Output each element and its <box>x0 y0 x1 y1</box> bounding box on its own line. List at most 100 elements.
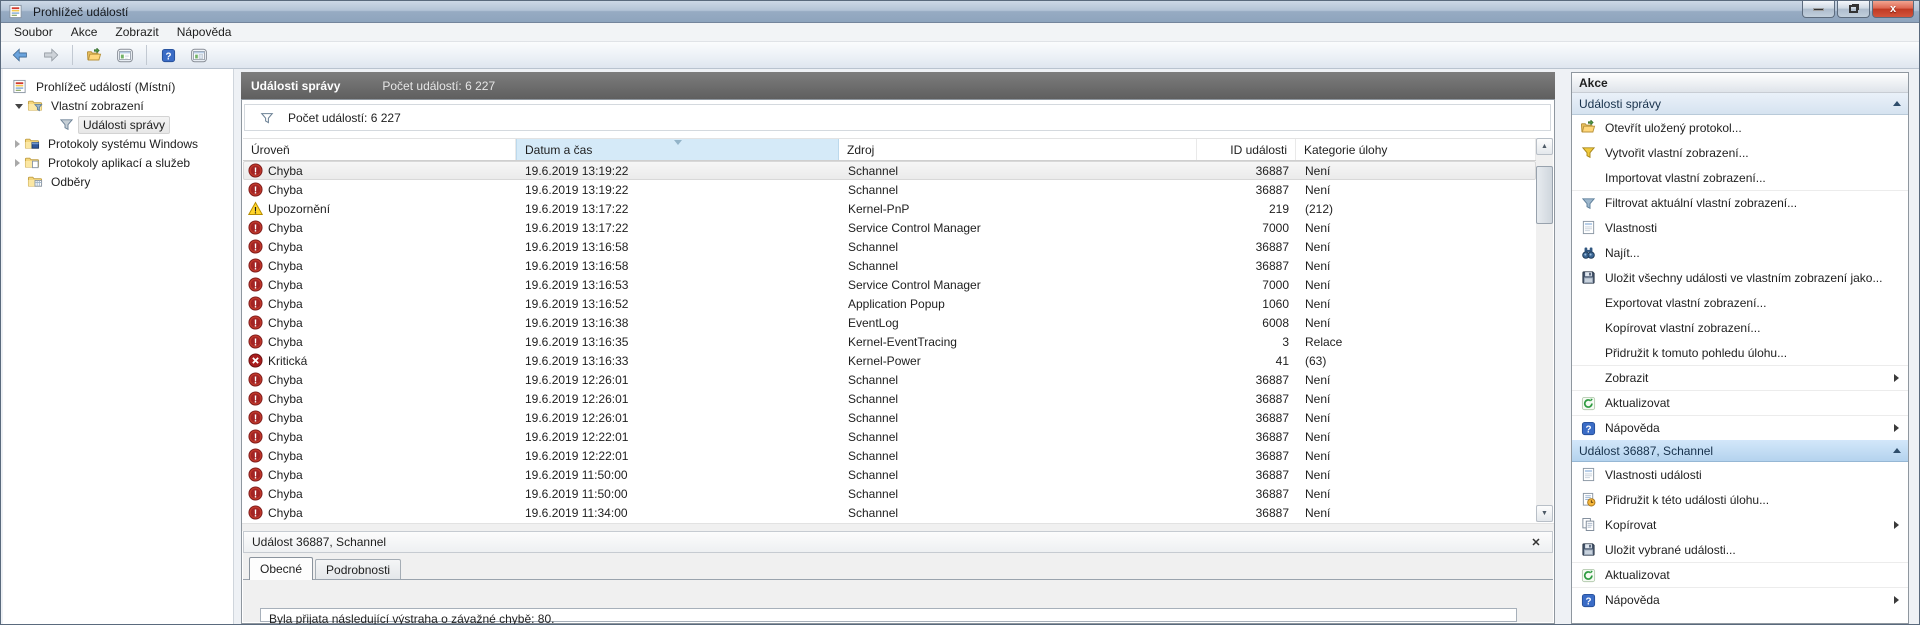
column-header-source[interactable]: Zdroj <box>839 139 1197 160</box>
preview-splitter[interactable] <box>242 523 1554 531</box>
svg-text:!: ! <box>254 242 257 253</box>
action-ulo-it-v-echny-ud-losti-ve-vlastn-m-zobrazen-jako[interactable]: Uložit všechny události ve vlastním zobr… <box>1572 265 1908 290</box>
tree-item-vlastn-zobrazen-[interactable]: Vlastní zobrazení <box>3 96 233 115</box>
expander-expanded-icon[interactable] <box>15 104 23 109</box>
forward-button[interactable] <box>37 43 65 67</box>
action-aktualizovat[interactable]: Aktualizovat <box>1572 390 1908 415</box>
column-header-level[interactable]: Úroveň <box>243 139 516 160</box>
event-row[interactable]: ! Chyba 19.6.2019 12:26:01 Schannel 36887 Nen… <box>243 408 1536 427</box>
actions-section-header-1[interactable]: Událost 36887, Schannel <box>1572 440 1908 462</box>
action-importovat-vlastn-zobrazen[interactable]: Importovat vlastní zobrazení... <box>1572 165 1908 190</box>
event-row[interactable]: Kritická 19.6.2019 13:16:33 Kernel-Power 41… <box>243 351 1536 370</box>
event-row[interactable]: ! Chyba 19.6.2019 11:34:00 Schannel 36887 Nen… <box>243 503 1536 522</box>
action-exportovat-vlastn-zobrazen[interactable]: Exportovat vlastní zobrazení... <box>1572 290 1908 315</box>
action-label: Vlastnosti <box>1605 220 1658 235</box>
action-p-idru-it-k-tomuto-pohledu-lohu[interactable]: Přidružit k tomuto pohledu úlohu... <box>1572 340 1908 365</box>
menu-item-npovda[interactable]: Nápověda <box>168 23 241 42</box>
tree-item-odb-ry[interactable]: Odběry <box>3 172 233 191</box>
collapse-arrow-icon[interactable] <box>1893 448 1901 453</box>
action-p-idru-it-k-t-to-ud-losti-lohu[interactable]: Přidružit k této události úlohu... <box>1572 487 1908 512</box>
event-row[interactable]: ! Chyba 19.6.2019 13:16:58 Schannel 36887 Nen… <box>243 256 1536 275</box>
column-header-category[interactable]: Kategorie úlohy <box>1296 139 1536 160</box>
action-zobrazit[interactable]: Zobrazit <box>1572 365 1908 390</box>
event-row[interactable]: ! Chyba 19.6.2019 11:50:00 Schannel 36887 Nen… <box>243 484 1536 503</box>
show-console-tree-button[interactable] <box>111 43 139 67</box>
event-source-cell: Service Control Manager <box>848 220 981 235</box>
action-filtrovat-aktu-ln-vlastn-zobrazen[interactable]: Filtrovat aktuální vlastní zobrazení... <box>1572 190 1908 215</box>
event-source-cell: Schannel <box>848 505 899 520</box>
event-level-label: Kritická <box>268 353 308 368</box>
menu-item-soubor[interactable]: Soubor <box>5 23 62 42</box>
expander-collapsed-icon[interactable] <box>15 139 20 148</box>
folder-subscription-icon <box>26 174 43 190</box>
tab-obecn[interactable]: Obecné <box>249 557 314 580</box>
restore-button[interactable] <box>1837 1 1870 18</box>
scroll-up-icon[interactable]: ▲ <box>1536 138 1553 155</box>
event-row[interactable]: ! Chyba 19.6.2019 13:16:38 EventLog 6008 Není <box>243 313 1536 332</box>
minimize-icon <box>1813 7 1824 11</box>
open-saved-log-button[interactable] <box>80 43 108 67</box>
event-source-cell: Schannel <box>848 163 899 178</box>
event-row[interactable]: ! Chyba 19.6.2019 13:16:52 Application Popu… <box>243 294 1536 313</box>
actions-section-header-0[interactable]: Události správy <box>1572 93 1908 115</box>
back-arrow-icon <box>12 47 28 63</box>
events-scrollbar[interactable]: ▲ ▼ <box>1536 138 1553 522</box>
scroll-down-icon[interactable]: ▼ <box>1536 505 1553 522</box>
menu-item-zobrazit[interactable]: Zobrazit <box>106 23 167 42</box>
event-id-cell: 36887 <box>1255 372 1289 387</box>
collapse-arrow-icon[interactable] <box>1893 101 1901 106</box>
action-n-pov-da[interactable]: ? Nápověda <box>1572 415 1908 440</box>
event-row[interactable]: ! Chyba 19.6.2019 12:22:01 Schannel 36887 Nen… <box>243 446 1536 465</box>
show-action-pane-button[interactable] <box>185 43 213 67</box>
column-header-datetime[interactable]: Datum a čas <box>516 139 839 160</box>
event-row[interactable]: ! Chyba 19.6.2019 13:16:35 Kernel-EventTrac… <box>243 332 1536 351</box>
svg-text:?: ? <box>1585 596 1591 607</box>
action-vytvo-it-vlastn-zobrazen[interactable]: Vytvořit vlastní zobrazení... <box>1572 140 1908 165</box>
action-kop-rovat[interactable]: Kopírovat <box>1572 512 1908 537</box>
submenu-arrow-icon <box>1894 374 1899 382</box>
action-kop-rovat-vlastn-zobrazen[interactable]: Kopírovat vlastní zobrazení... <box>1572 315 1908 340</box>
event-row[interactable]: ! Chyba 19.6.2019 13:19:22 Schannel 36887 Nen… <box>243 180 1536 199</box>
event-row[interactable]: ! Chyba 19.6.2019 11:50:00 Schannel 36887 Nen… <box>243 465 1536 484</box>
filter-summary-bar[interactable]: Počet událostí: 6 227 <box>244 104 1551 131</box>
event-row[interactable]: ! Chyba 19.6.2019 13:19:22 Schannel 36887 Nen… <box>243 161 1536 180</box>
help-button[interactable]: ? <box>154 43 182 67</box>
action-naj-t[interactable]: Najít... <box>1572 240 1908 265</box>
event-row[interactable]: ! Upozornění 19.6.2019 13:17:22 Kernel-PnP 2… <box>243 199 1536 218</box>
close-button[interactable]: x <box>1872 1 1914 18</box>
svg-text:!: ! <box>254 299 257 310</box>
action-vlastnosti[interactable]: Vlastnosti <box>1572 215 1908 240</box>
tree-item-ud-losti-spr-vy[interactable]: Události správy <box>3 115 233 134</box>
event-level-cell: ! Chyba <box>244 410 517 425</box>
event-datetime-cell: 19.6.2019 12:22:01 <box>525 429 629 444</box>
event-viewer-window: Prohlížeč událostí x Soubor Akce Zobrazit N… <box>0 0 1920 625</box>
tree-root-item[interactable]: Prohlížeč událostí (Místní) <box>3 77 233 96</box>
tab-podrobnosti[interactable]: Podrobnosti <box>315 559 402 579</box>
action-aktualizovat[interactable]: Aktualizovat <box>1572 562 1908 587</box>
back-button[interactable] <box>6 43 34 67</box>
event-row[interactable]: ! Chyba 19.6.2019 13:16:53 Service Control … <box>243 275 1536 294</box>
action-n-pov-da[interactable]: ? Nápověda <box>1572 587 1908 612</box>
tree-item-protokoly-syst-mu-windows[interactable]: Protokoly systému Windows <box>3 134 233 153</box>
action-ulo-it-vybran-ud-losti[interactable]: Uložit vybrané události... <box>1572 537 1908 562</box>
event-row[interactable]: ! Chyba 19.6.2019 13:16:58 Schannel 36887 Nen… <box>243 237 1536 256</box>
event-row[interactable]: ! Chyba 19.6.2019 12:26:01 Schannel 36887 Nen… <box>243 370 1536 389</box>
column-header-eventid[interactable]: ID události <box>1197 139 1296 160</box>
title-bar[interactable]: Prohlížeč událostí x <box>1 1 1919 23</box>
menu-item-akce[interactable]: Akce <box>62 23 107 42</box>
event-level-label: Chyba <box>268 296 303 311</box>
console-tree: Prohlížeč událostí (Místní) Vlastní zobra… <box>3 69 234 624</box>
minimize-button[interactable] <box>1802 1 1835 18</box>
event-row[interactable]: ! Chyba 19.6.2019 12:22:01 Schannel 36887 Nen… <box>243 427 1536 446</box>
scrollbar-thumb[interactable] <box>1536 166 1553 224</box>
event-level-cell: ! Chyba <box>244 163 517 178</box>
event-row[interactable]: ! Chyba 19.6.2019 12:26:01 Schannel 36887 Nen… <box>243 389 1536 408</box>
event-row[interactable]: ! Chyba 19.6.2019 13:17:22 Service Control … <box>243 218 1536 237</box>
tree-item-protokoly-aplikac-a-slu-eb[interactable]: Protokoly aplikací a služeb <box>3 153 233 172</box>
preview-close-icon[interactable]: ✕ <box>1528 534 1544 550</box>
action-otev-t-ulo-en-protokol[interactable]: Otevřít uložený protokol... <box>1572 115 1908 140</box>
expander-collapsed-icon[interactable] <box>15 158 20 167</box>
error-icon: ! <box>248 486 263 501</box>
event-id-cell: 3 <box>1282 334 1289 349</box>
action-vlastnosti-ud-losti[interactable]: Vlastnosti události <box>1572 462 1908 487</box>
